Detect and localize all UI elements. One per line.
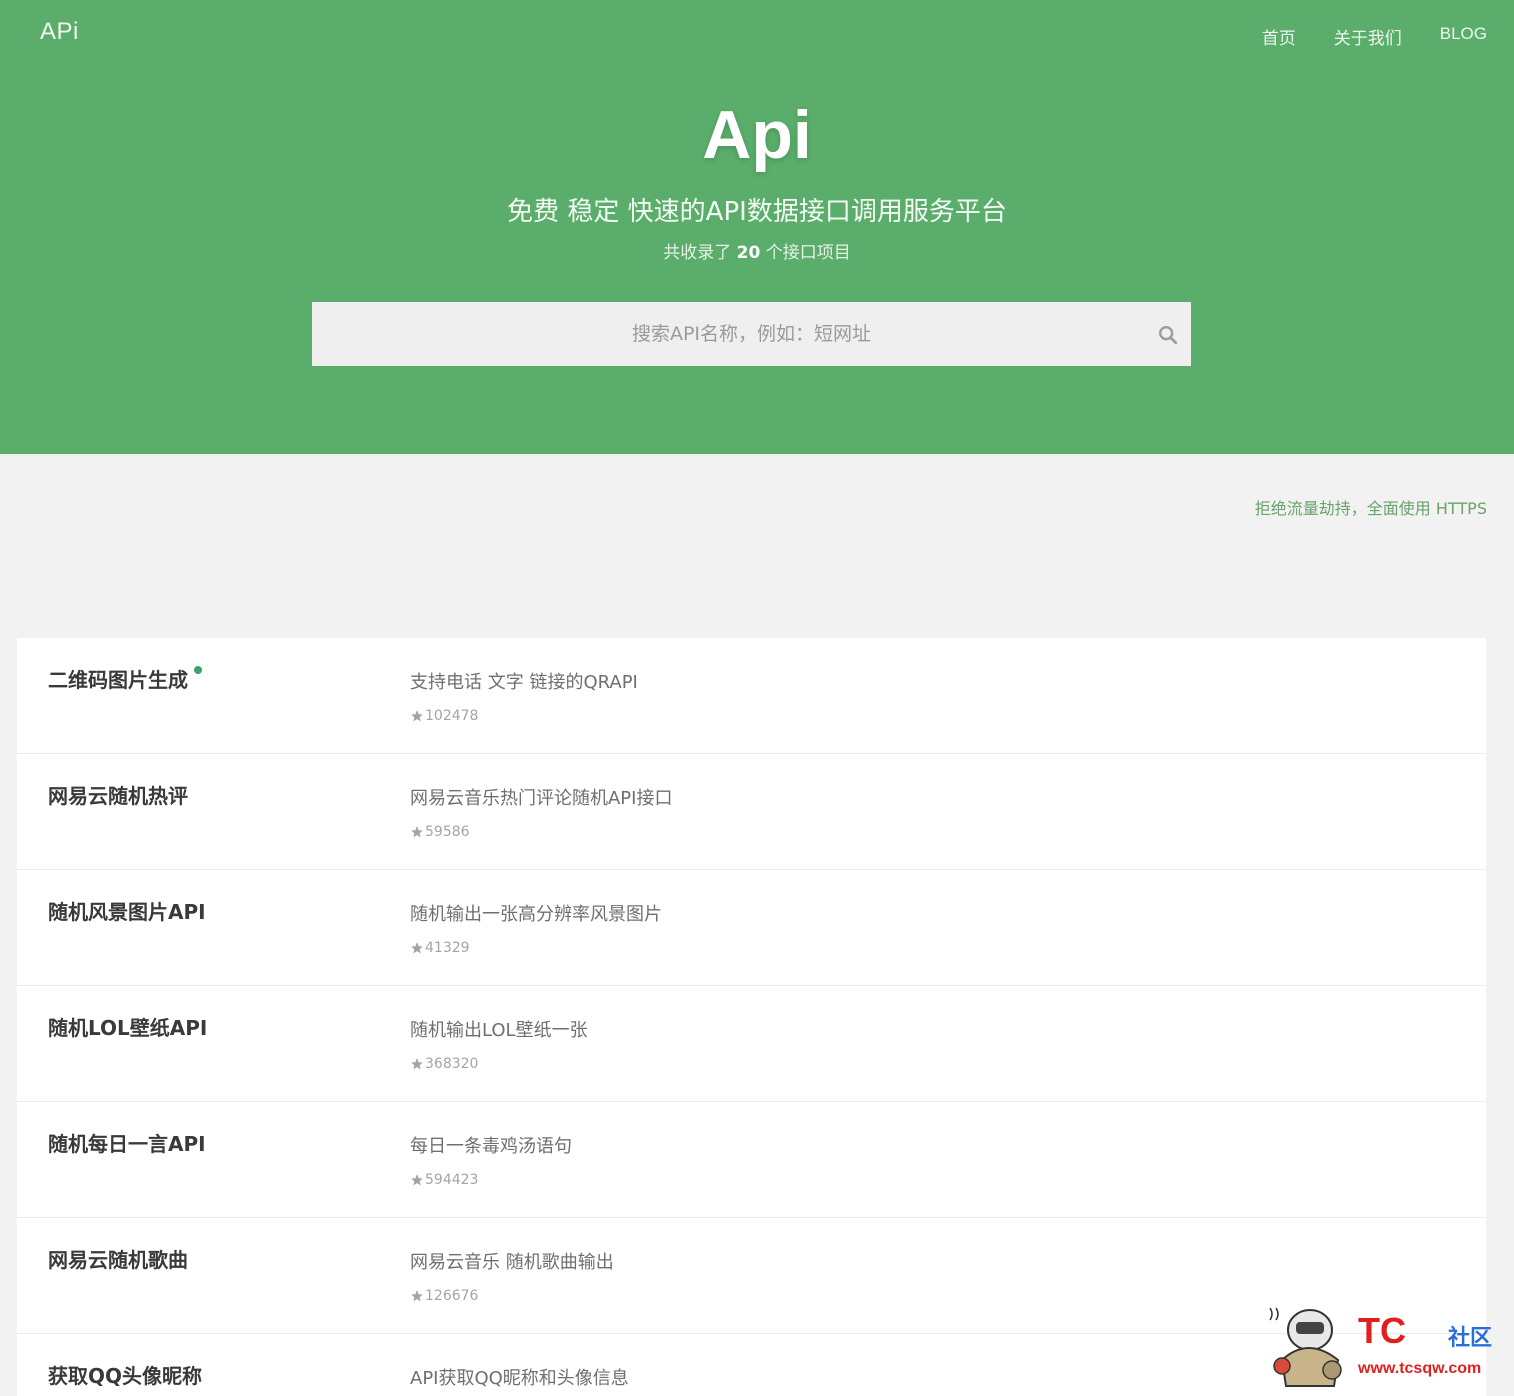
star-icon [411,1174,423,1186]
api-desc: API获取QQ昵称和头像信息 [410,1368,629,1389]
api-stars: 59586 [410,824,470,840]
top-nav: 首页 关于我们 BLOG [1262,24,1487,49]
watermark-brand: TC [1358,1310,1406,1351]
api-desc: 网易云音乐 随机歌曲输出 [410,1252,614,1273]
nav-about[interactable]: 关于我们 [1334,24,1402,49]
api-stars: 102478 [410,708,478,724]
api-stars: 41329 [410,940,470,956]
api-name: 随机风景图片API [48,900,206,924]
api-desc: 支持电话 文字 链接的QRAPI [410,672,638,693]
star-icon [411,826,423,838]
api-name: 随机LOL壁纸API [48,1016,208,1040]
api-desc: 随机输出一张高分辨率风景图片 [410,904,662,925]
new-dot-icon [194,666,202,674]
nav-blog[interactable]: BLOG [1440,24,1487,49]
star-icon [411,1058,423,1070]
watermark-community: 社区 [1448,1326,1493,1351]
api-name: 随机每日一言API [48,1132,206,1156]
search-icon[interactable] [1157,324,1179,346]
api-desc: 网易云音乐热门评论随机API接口 [410,788,673,809]
api-stars: 594423 [410,1172,478,1188]
tc-watermark: TC 社区 www.tcsqw.com [1262,1300,1510,1390]
mascot-icon [1269,1307,1342,1387]
hero-title: Api [702,97,812,173]
star-icon [411,1290,423,1302]
search-bar [312,302,1191,366]
site-logo[interactable]: APi [40,18,79,46]
api-row[interactable]: 随机风景图片API 随机输出一张高分辨率风景图片 41329 [17,870,1486,986]
api-row[interactable]: 二维码图片生成 支持电话 文字 链接的QRAPI 102478 [17,638,1486,754]
count-prefix: 共收录了 [663,243,732,263]
api-row[interactable]: 随机每日一言API 每日一条毒鸡汤语句 594423 [17,1102,1486,1218]
count-number: 20 [736,243,761,263]
watermark-url: www.tcsqw.com [1358,1360,1482,1377]
api-name: 网易云随机热评 [48,784,188,808]
search-input[interactable] [312,302,1191,366]
api-name: 获取QQ头像昵称 [48,1364,203,1388]
api-desc: 随机输出LOL壁纸一张 [410,1020,588,1041]
api-list: 二维码图片生成 支持电话 文字 链接的QRAPI 102478 网易云随机热评 … [17,638,1486,1396]
api-count-text: 共收录了 20 个接口项目 [0,238,1514,263]
api-name: 二维码图片生成 [48,664,202,693]
api-row[interactable]: 网易云随机热评 网易云音乐热门评论随机API接口 59586 [17,754,1486,870]
hero-banner: APi 首页 关于我们 BLOG Api 免费 稳定 快速的API数据接口调用服… [0,0,1514,454]
api-row[interactable]: 随机LOL壁纸API 随机输出LOL壁纸一张 368320 [17,986,1486,1102]
api-name: 网易云随机歌曲 [48,1248,188,1272]
api-stars: 126676 [410,1288,478,1304]
api-desc: 每日一条毒鸡汤语句 [410,1136,572,1157]
https-notice: 拒绝流量劫持，全面使用 HTTPS [1254,499,1487,518]
count-suffix: 个接口项目 [765,243,851,263]
api-stars: 368320 [410,1056,478,1072]
hero-subtitle: 免费 稳定 快速的API数据接口调用服务平台 [507,197,1007,227]
star-icon [411,710,423,722]
star-icon [411,942,423,954]
nav-home[interactable]: 首页 [1262,24,1296,49]
